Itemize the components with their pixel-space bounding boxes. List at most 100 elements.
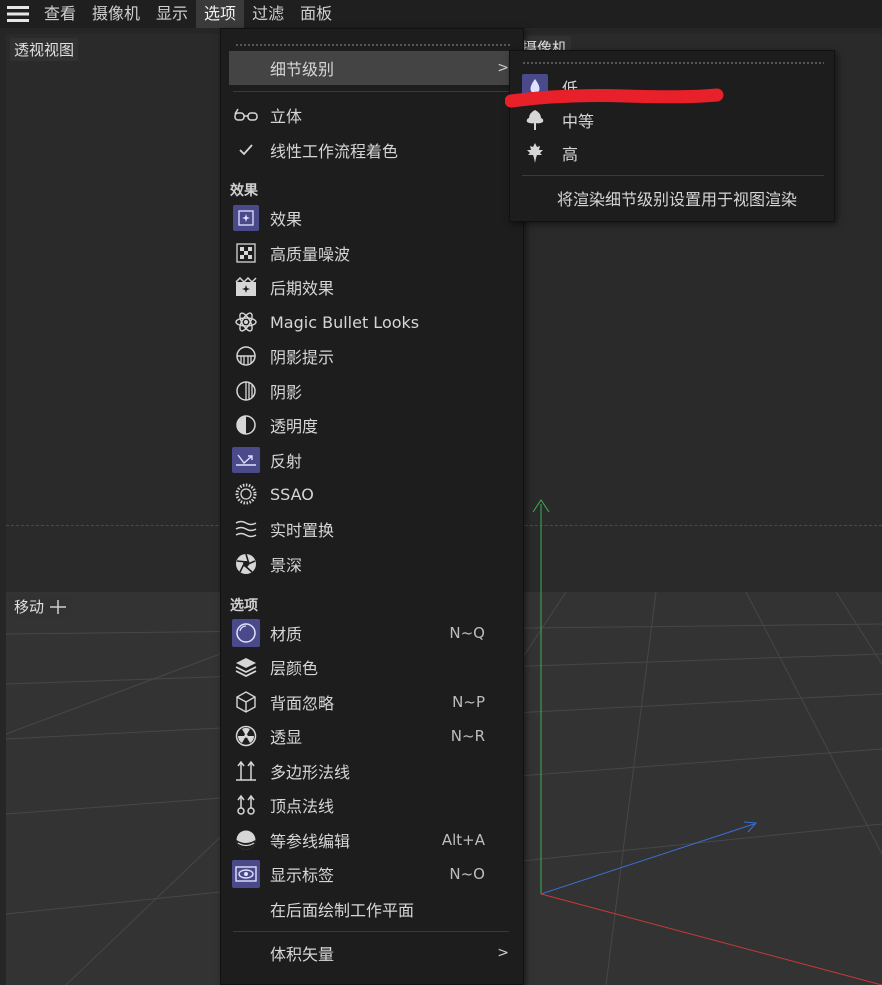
menu-item-magic-bullet-looks[interactable]: Magic Bullet Looks	[229, 305, 517, 339]
menu-item-layer-color[interactable]: 层颜色	[229, 650, 517, 684]
chevron-right-icon: >	[497, 60, 509, 76]
menu-item-stereo[interactable]: 立体	[229, 98, 517, 132]
effects-label: 效果	[270, 210, 303, 229]
move-icon	[49, 600, 66, 614]
menu-item-shadow[interactable]: 阴影	[229, 374, 517, 408]
menu-grip[interactable]	[235, 43, 511, 47]
menu-options[interactable]: 选项	[196, 0, 245, 28]
menu-panel[interactable]: 面板	[292, 0, 340, 28]
isoline-icon	[231, 825, 261, 855]
xray-label: 透显	[270, 728, 303, 747]
submenu-grip[interactable]	[522, 61, 824, 65]
menu-item-high-quality-noise[interactable]: 高质量噪波	[229, 236, 517, 270]
aperture-icon	[231, 549, 261, 579]
red-highlight-stroke	[505, 88, 724, 108]
level-of-detail-label: 细节级别	[270, 60, 335, 79]
menu-item-effects[interactable]: 效果	[229, 201, 517, 235]
isoline-shortcut: Alt+A	[441, 831, 485, 849]
hamburger-menu-icon[interactable]	[0, 0, 36, 28]
blank-icon	[231, 53, 261, 83]
post-effects-icon	[231, 272, 261, 302]
xray-shortcut: N~R	[450, 727, 485, 745]
separator	[233, 931, 509, 932]
menu-item-isoline-editing[interactable]: 等参线编辑 Alt+A	[229, 823, 517, 857]
transparency-icon	[231, 410, 261, 440]
backface-label: 背面忽略	[270, 694, 335, 713]
draw-workplane-label: 在后面绘制工作平面	[270, 901, 415, 920]
menu-item-reflection[interactable]: 反射	[229, 443, 517, 477]
chevron-right-icon: >	[497, 945, 509, 961]
isoline-label: 等参线编辑	[270, 832, 351, 851]
depth-of-field-label: 景深	[270, 556, 303, 575]
menu-item-material[interactable]: 材质 N~Q	[229, 616, 517, 650]
maple-leaf-icon	[522, 140, 548, 166]
reflection-icon	[231, 445, 261, 475]
vertex-normals-label: 顶点法线	[270, 797, 335, 816]
material-shortcut: N~Q	[449, 624, 485, 642]
effects-icon	[231, 203, 261, 233]
xray-icon	[231, 721, 261, 751]
vertex-normals-icon	[231, 790, 261, 820]
displacement-icon	[231, 514, 261, 544]
menu-item-ssao[interactable]: SSAO	[229, 477, 517, 511]
menu-item-xray[interactable]: 透显 N~R	[229, 719, 517, 753]
backface-shortcut: N~P	[452, 693, 485, 711]
backface-icon	[231, 687, 261, 717]
menu-item-depth-of-field[interactable]: 景深	[229, 547, 517, 581]
shadow-label: 阴影	[270, 383, 303, 402]
polygon-normals-label: 多边形法线	[270, 763, 351, 782]
lod-apply-to-viewport[interactable]: 将渲染细节级别设置用于视图渲染	[557, 186, 797, 210]
menu-item-backface-culling[interactable]: 背面忽略 N~P	[229, 685, 517, 719]
separator	[522, 175, 824, 176]
move-tool-label: 移动	[10, 595, 71, 618]
show-tags-shortcut: N~O	[449, 865, 485, 883]
stereo-glasses-icon	[231, 100, 261, 130]
shadow-icon	[231, 376, 261, 406]
menu-bar: 查看 摄像机 显示 选项 过滤 面板	[0, 0, 882, 28]
shadow-hint-icon	[231, 341, 261, 371]
noise-icon	[231, 238, 261, 268]
layers-icon	[231, 652, 261, 682]
menu-item-level-of-detail[interactable]: 细节级别 >	[229, 51, 517, 85]
menu-item-transparency[interactable]: 透明度	[229, 408, 517, 442]
options-menu: 细节级别 > 立体 线性工作流程着色 效果 效果 高质量噪波 后期效果 Magi…	[220, 28, 524, 985]
post-effects-label: 后期效果	[270, 279, 335, 298]
menu-item-post-effects[interactable]: 后期效果	[229, 270, 517, 304]
lod-high-label: 高	[562, 145, 579, 164]
menu-filter[interactable]: 过滤	[244, 0, 292, 28]
menu-item-volume-vector[interactable]: 体积矢量 >	[229, 936, 517, 970]
menu-item-draw-workplane-behind[interactable]: 在后面绘制工作平面	[229, 892, 517, 926]
linear-workflow-label: 线性工作流程着色	[270, 142, 399, 161]
ssao-icon	[231, 479, 261, 509]
layer-color-label: 层颜色	[270, 659, 319, 678]
menu-display[interactable]: 显示	[148, 0, 196, 28]
reflection-label: 反射	[270, 452, 303, 471]
show-tags-label: 显示标签	[270, 866, 335, 885]
noise-label: 高质量噪波	[270, 245, 351, 264]
atom-icon	[231, 307, 261, 337]
blank-icon	[231, 938, 261, 968]
eye-icon	[231, 859, 261, 889]
transparency-label: 透明度	[270, 417, 319, 436]
menu-item-shadow-hint[interactable]: 阴影提示	[229, 339, 517, 373]
polygon-normals-icon	[231, 756, 261, 786]
displacement-label: 实时置换	[270, 521, 335, 540]
blank-icon	[231, 894, 261, 924]
menu-view[interactable]: 查看	[36, 0, 84, 28]
magic-bullet-label: Magic Bullet Looks	[270, 312, 420, 332]
menu-item-realtime-displacement[interactable]: 实时置换	[229, 512, 517, 546]
section-options: 选项	[230, 598, 258, 614]
menu-item-vertex-normals[interactable]: 顶点法线	[229, 788, 517, 822]
menu-item-polygon-normals[interactable]: 多边形法线	[229, 754, 517, 788]
material-label: 材质	[270, 625, 303, 644]
section-effects: 效果	[230, 183, 258, 199]
level-of-detail-submenu: 低 中等 高 将渲染细节级别设置用于视图渲染	[509, 50, 835, 222]
lod-high[interactable]: 高	[518, 137, 828, 169]
ssao-label: SSAO	[270, 484, 314, 504]
menu-camera[interactable]: 摄像机	[84, 0, 148, 28]
menu-item-linear-workflow[interactable]: 线性工作流程着色	[229, 133, 517, 167]
checkmark-icon	[231, 135, 261, 165]
menu-item-show-tags[interactable]: 显示标签 N~O	[229, 857, 517, 891]
material-icon	[231, 618, 261, 648]
viewport-title: 透视视图	[10, 38, 79, 61]
